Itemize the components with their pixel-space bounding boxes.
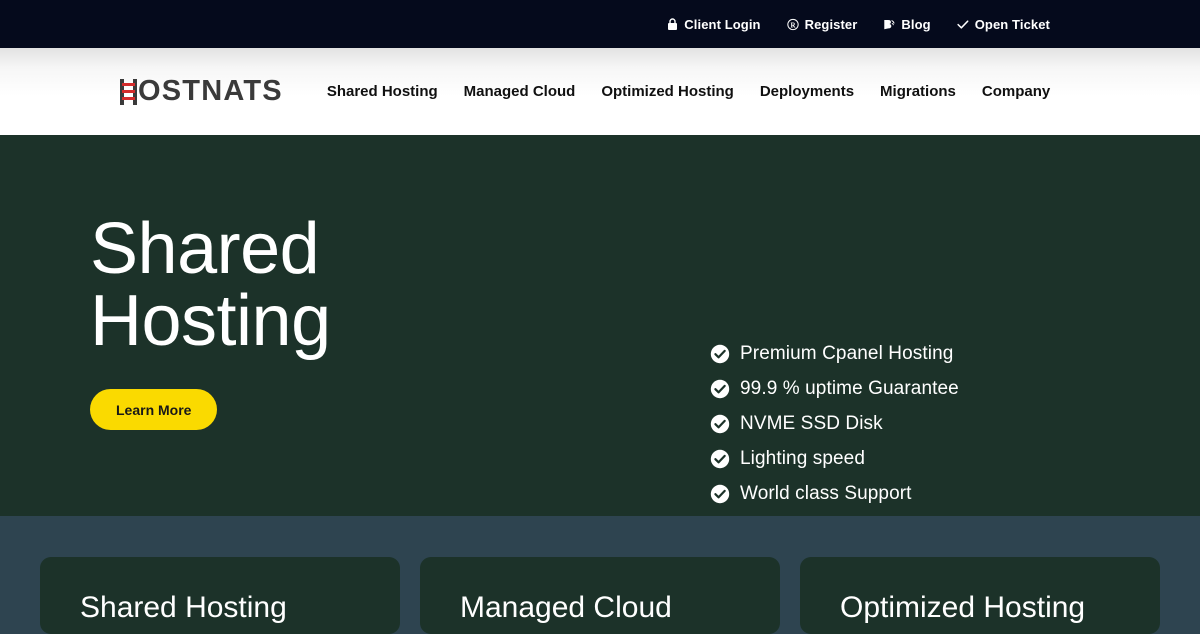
blog-icon [883, 17, 895, 31]
blog-label: Blog [901, 16, 931, 32]
card-title: Shared Hosting [80, 591, 287, 624]
learn-more-button[interactable]: Learn More [90, 389, 218, 430]
hero-title-line-2: Hosting [90, 281, 331, 361]
feature-label: 99.9 % uptime Guarantee [740, 378, 959, 399]
hero-feature-list: Premium Cpanel Hosting 99.9 % uptime Gua… [710, 343, 959, 518]
check-circle-icon [710, 414, 730, 434]
hero-content: Shared Hosting Learn More [90, 213, 610, 430]
blog-link[interactable]: Blog [883, 16, 931, 32]
site-header: OSTNATS Shared Hosting Managed Cloud Opt… [0, 48, 1200, 135]
nav-item-company[interactable]: Company [982, 83, 1050, 100]
hero-title: Shared Hosting [90, 213, 610, 357]
check-circle-icon [710, 449, 730, 469]
hero-section: Shared Hosting Learn More Premium Cpanel… [0, 135, 1200, 516]
service-cards-section: Shared Hosting Managed Cloud Optimized H… [0, 516, 1200, 634]
nav-item-managed-cloud[interactable]: Managed Cloud [464, 83, 576, 100]
check-circle-icon [710, 484, 730, 504]
hero-title-line-1: Shared [90, 209, 320, 289]
client-login-label: Client Login [684, 16, 761, 32]
logo-h-mark-icon [120, 78, 137, 105]
register-link[interactable]: R Register [786, 16, 858, 32]
open-ticket-link[interactable]: Open Ticket [957, 17, 1050, 32]
top-utility-links: Client Login R Register Blog Open Ticket [666, 17, 1050, 32]
register-label: Register [804, 16, 858, 32]
check-circle-icon [710, 344, 730, 364]
client-login-link[interactable]: Client Login [666, 17, 760, 32]
top-utility-bar: Client Login R Register Blog Open Ticket [0, 0, 1200, 48]
nav-item-migrations[interactable]: Migrations [880, 83, 956, 100]
feature-label: NVME SSD Disk [740, 413, 883, 434]
nav-item-deployments[interactable]: Deployments [760, 83, 854, 100]
feature-item: NVME SSD Disk [710, 413, 959, 435]
check-circle-icon [710, 379, 730, 399]
service-card-managed-cloud[interactable]: Managed Cloud [420, 557, 780, 634]
site-logo[interactable]: OSTNATS [120, 77, 283, 106]
nav-item-optimized-hosting[interactable]: Optimized Hosting [601, 83, 734, 100]
feature-label: World class Support [740, 483, 912, 504]
check-icon [957, 17, 969, 31]
feature-item: Premium Cpanel Hosting [710, 343, 959, 365]
nav-item-shared-hosting[interactable]: Shared Hosting [327, 83, 438, 100]
feature-label: Premium Cpanel Hosting [740, 343, 954, 364]
card-title: Managed Cloud [460, 591, 672, 624]
service-card-optimized-hosting[interactable]: Optimized Hosting [800, 557, 1160, 634]
lock-icon [666, 17, 678, 31]
svg-text:R: R [790, 22, 796, 29]
logo-text: OSTNATS [138, 75, 283, 107]
registered-icon: R [786, 17, 799, 31]
feature-item: 99.9 % uptime Guarantee [710, 378, 959, 400]
feature-item: World class Support [710, 483, 959, 505]
card-title: Optimized Hosting [840, 591, 1086, 624]
open-ticket-label: Open Ticket [974, 16, 1050, 32]
feature-item: Lighting speed [710, 448, 959, 470]
feature-label: Lighting speed [740, 448, 866, 469]
main-navigation: Shared Hosting Managed Cloud Optimized H… [327, 83, 1050, 100]
service-card-shared-hosting[interactable]: Shared Hosting [40, 557, 400, 634]
